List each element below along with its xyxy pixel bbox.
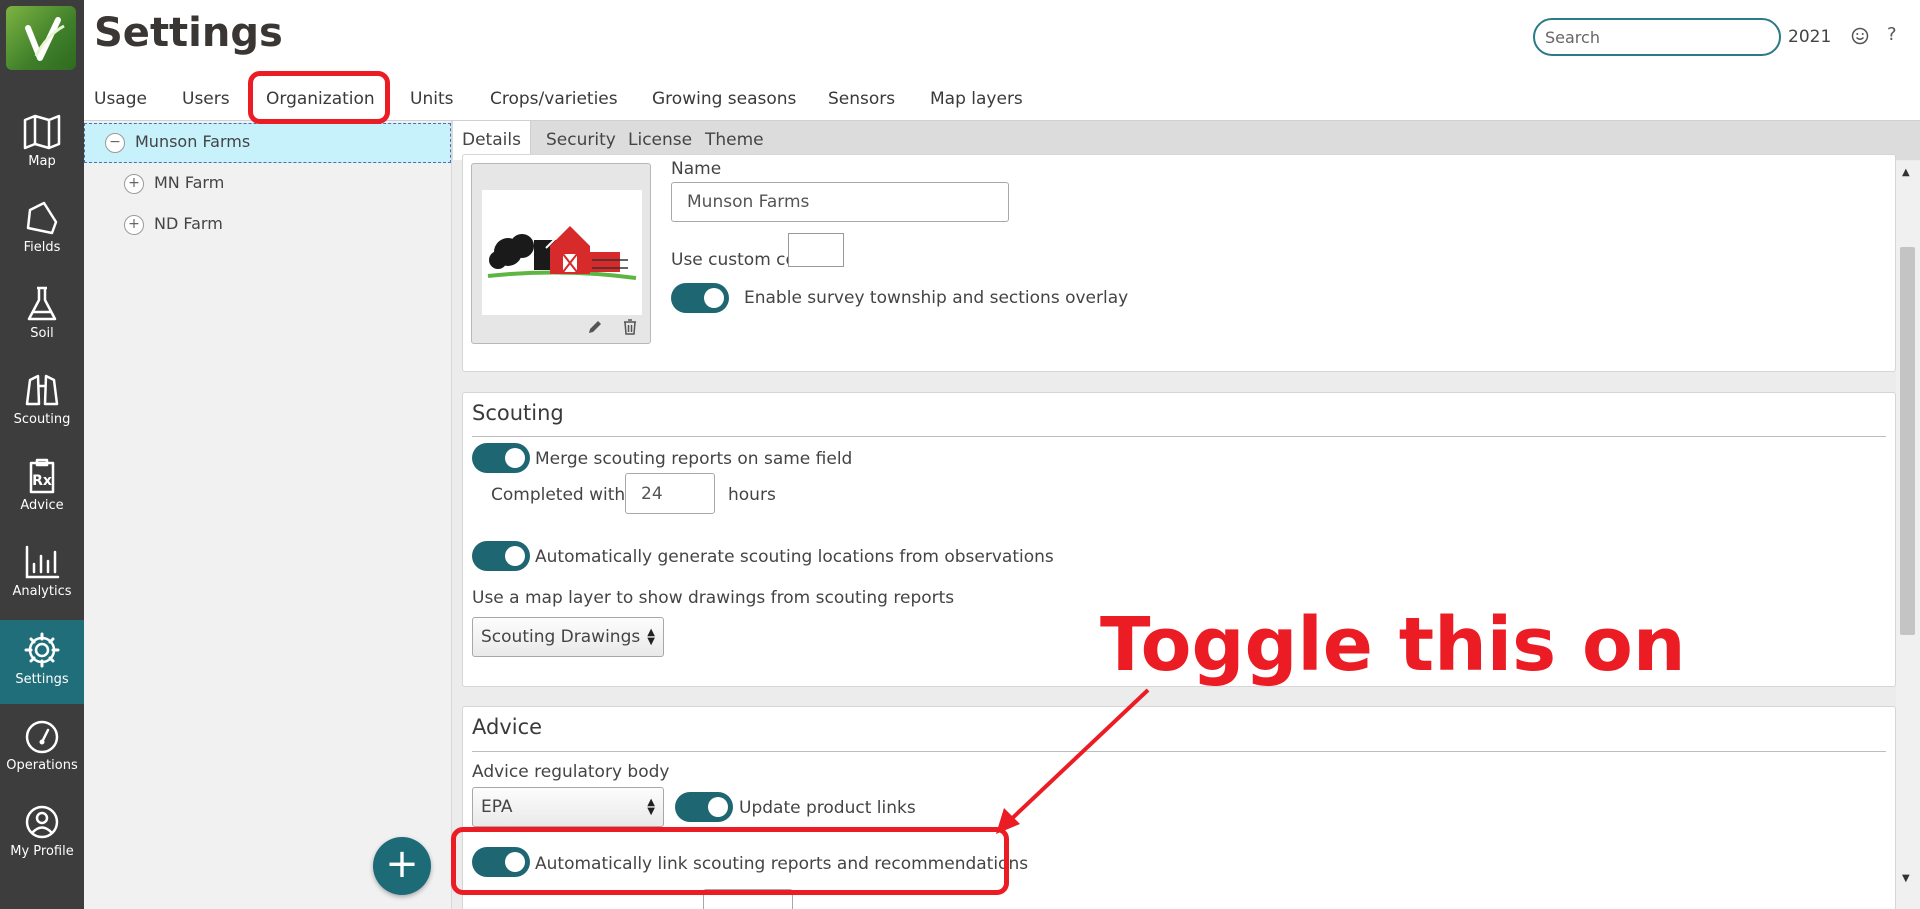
- map-layer-label: Use a map layer to show drawings from sc…: [472, 588, 955, 608]
- svg-text:Rx: Rx: [32, 473, 52, 489]
- sidebar-label: Scouting: [13, 412, 71, 427]
- tab-map-layers[interactable]: Map layers: [930, 89, 1023, 109]
- map-layer-value: Scouting Drawings: [481, 627, 641, 647]
- tab-growing-seasons[interactable]: Growing seasons: [652, 89, 796, 109]
- sidebar-label: Analytics: [12, 584, 72, 599]
- tab-sensors[interactable]: Sensors: [828, 89, 895, 109]
- organization-tree: − Munson Farms + MN Farm + ND Farm: [84, 121, 452, 909]
- auto-generate-locations-label: Automatically generate scouting location…: [535, 547, 1054, 567]
- update-product-links-label: Update product links: [739, 798, 916, 818]
- sidebar-label: Map: [28, 154, 56, 169]
- select-arrows-icon: ▲ ▼: [647, 797, 655, 817]
- edit-pencil-icon[interactable]: [586, 318, 604, 336]
- tab-users[interactable]: Users: [182, 89, 230, 109]
- details-card: Name Use custom color Enable survey town…: [462, 154, 1896, 372]
- expand-icon[interactable]: +: [124, 214, 144, 235]
- section-divider: [472, 436, 1886, 437]
- annotation-text: Toggle this on: [1100, 602, 1686, 688]
- tab-units[interactable]: Units: [410, 89, 453, 109]
- tab-usage[interactable]: Usage: [94, 89, 147, 109]
- section-divider: [472, 751, 1886, 752]
- tree-item-munson-farms[interactable]: − Munson Farms: [84, 123, 451, 163]
- map-layer-select[interactable]: Scouting Drawings ▲ ▼: [472, 617, 664, 657]
- tree-item-mn-farm[interactable]: + MN Farm: [124, 173, 224, 194]
- flask-icon: [27, 286, 57, 321]
- tree-item-label: ND Farm: [154, 214, 223, 233]
- scroll-down-icon[interactable]: ▼: [1902, 873, 1910, 884]
- expand-icon[interactable]: +: [124, 173, 144, 194]
- auto-link-scouting-toggle[interactable]: [472, 847, 530, 877]
- fields-icon: [26, 201, 58, 235]
- tree-item-label: MN Farm: [154, 173, 225, 192]
- select-arrows-icon: ▲ ▼: [647, 627, 655, 647]
- organization-logo-image: [482, 190, 642, 315]
- feedback-smile-icon[interactable]: [1851, 27, 1869, 45]
- completed-within-label: Completed within: [491, 485, 641, 505]
- binoculars-icon: [25, 374, 59, 406]
- scroll-up-icon[interactable]: ▲: [1902, 167, 1910, 178]
- tab-organization[interactable]: Organization: [266, 89, 375, 109]
- map-icon: [23, 114, 61, 150]
- prescription-icon: Rx: [29, 458, 55, 494]
- sidebar-label: Operations: [6, 758, 78, 773]
- help-icon[interactable]: ?: [1887, 24, 1897, 45]
- content-scrollbar[interactable]: ▲ ▼: [1896, 161, 1920, 909]
- page-title: Settings: [94, 10, 283, 56]
- sidebar-label: Soil: [30, 326, 54, 341]
- tree-item-nd-farm[interactable]: + ND Farm: [124, 214, 223, 235]
- sidebar-item-my-profile[interactable]: My Profile: [0, 792, 84, 876]
- sidebar-item-map[interactable]: Map: [0, 102, 84, 186]
- organization-logo-box: [471, 163, 651, 344]
- completed-within-hours-input[interactable]: [625, 473, 715, 514]
- gauge-icon: [25, 720, 59, 754]
- scroll-thumb[interactable]: [1900, 247, 1915, 635]
- auto-generate-locations-toggle[interactable]: [472, 541, 530, 571]
- sidebar-item-soil[interactable]: Soil: [0, 274, 84, 358]
- search-input[interactable]: [1533, 18, 1781, 56]
- custom-color-swatch[interactable]: [788, 233, 844, 267]
- sidebar-item-fields[interactable]: Fields: [0, 188, 84, 272]
- sidebar-item-analytics[interactable]: Analytics: [0, 532, 84, 616]
- collapse-icon[interactable]: −: [105, 132, 125, 153]
- advice-card: Advice Advice regulatory body EPA ▲ ▼ Upd…: [462, 706, 1896, 909]
- regulatory-body-label: Advice regulatory body: [472, 762, 670, 782]
- auto-link-scouting-label: Automatically link scouting reports and …: [535, 854, 1029, 874]
- partial-input-field[interactable]: [703, 889, 793, 909]
- main-sidebar: Map Fields Soil Scouting Rx Advice Analy…: [0, 0, 84, 909]
- delete-trash-icon[interactable]: [622, 318, 638, 336]
- tree-item-label: Munson Farms: [135, 132, 251, 151]
- bar-chart-icon: [25, 545, 60, 579]
- add-button[interactable]: +: [373, 837, 431, 895]
- leaf-logo-icon: [25, 17, 65, 61]
- sidebar-label: Fields: [23, 240, 61, 255]
- sidebar-item-advice[interactable]: Rx Advice: [0, 446, 84, 530]
- survey-overlay-label: Enable survey township and sections over…: [744, 288, 1129, 308]
- gear-icon: [24, 632, 60, 668]
- user-icon: [25, 805, 59, 839]
- scouting-heading: Scouting: [472, 401, 564, 425]
- merge-scouting-label: Merge scouting reports on same field: [535, 449, 853, 469]
- sidebar-item-scouting[interactable]: Scouting: [0, 360, 84, 444]
- regulatory-body-select[interactable]: EPA ▲ ▼: [472, 787, 664, 827]
- details-panel: Details Security License Theme Name Muns…: [452, 121, 1920, 909]
- update-product-links-toggle[interactable]: [675, 792, 733, 822]
- tab-crops-varieties[interactable]: Crops/varieties: [490, 89, 618, 109]
- merge-scouting-toggle[interactable]: [472, 443, 530, 473]
- organization-name-field[interactable]: [671, 182, 1009, 222]
- annotation-arrow-icon: [996, 688, 1150, 834]
- app-logo[interactable]: [6, 6, 76, 70]
- sidebar-item-settings[interactable]: Settings: [0, 620, 84, 704]
- sidebar-label: Advice: [20, 498, 64, 513]
- hours-label: hours: [728, 485, 776, 505]
- name-label: Name: [671, 159, 722, 179]
- survey-overlay-toggle[interactable]: [671, 283, 729, 313]
- sidebar-label: Settings: [15, 672, 69, 687]
- barn-logo-icon: [487, 222, 637, 280]
- sidebar-label: My Profile: [10, 844, 74, 859]
- season-year[interactable]: 2021: [1788, 27, 1831, 47]
- regulatory-body-value: EPA: [481, 797, 513, 817]
- sidebar-item-operations[interactable]: Operations: [0, 706, 84, 790]
- advice-heading: Advice: [472, 715, 543, 739]
